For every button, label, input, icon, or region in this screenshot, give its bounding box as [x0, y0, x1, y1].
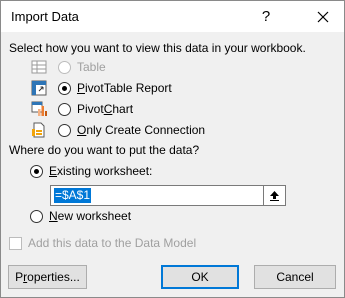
collapse-up-arrow-icon	[270, 191, 279, 201]
data-model-checkbox[interactable]	[9, 236, 22, 250]
new-worksheet-radio[interactable]	[30, 209, 43, 223]
dialog-title: Import Data	[11, 9, 79, 24]
new-worksheet-label: New worksheet	[49, 209, 132, 223]
connection-radio[interactable]	[58, 123, 71, 137]
title-bar: Import Data ?	[1, 1, 344, 32]
pivotchart-label: PivotChart	[77, 102, 134, 116]
close-x-icon	[317, 11, 328, 22]
pivottable-radio[interactable]	[58, 81, 71, 95]
new-worksheet-option[interactable]: New worksheet	[30, 209, 131, 223]
existing-worksheet-option[interactable]: Existing worksheet:	[30, 164, 152, 178]
cancel-button-label: Cancel	[276, 270, 314, 284]
properties-button[interactable]: Properties...	[8, 265, 87, 289]
data-model-option[interactable]: Add this data to the Data Model	[9, 236, 196, 250]
connection-icon	[32, 122, 45, 138]
pivottable-label: PivotTable Report	[77, 81, 172, 95]
range-input-value: =$A$1	[54, 188, 92, 203]
destination-prompt: Where do you want to put the data?	[9, 143, 200, 157]
pivottable-option[interactable]: PivotTable Report	[58, 81, 172, 95]
pivotchart-radio[interactable]	[58, 102, 71, 116]
pivotchart-option[interactable]: PivotChart	[58, 102, 133, 116]
table-icon	[31, 60, 47, 74]
pivottable-icon	[31, 80, 47, 96]
question-mark-icon: ?	[261, 8, 271, 25]
table-label: Table	[77, 60, 106, 74]
ok-button[interactable]: OK	[161, 265, 239, 289]
data-model-label: Add this data to the Data Model	[28, 236, 197, 250]
cancel-button[interactable]: Cancel	[254, 265, 336, 289]
view-prompt: Select how you want to view this data in…	[9, 41, 306, 55]
table-option[interactable]: Table	[58, 60, 106, 74]
help-button[interactable]: ?	[251, 1, 281, 32]
properties-button-label: Properties...	[15, 270, 80, 284]
connection-label: Only Create Connection	[77, 123, 206, 137]
range-input[interactable]: =$A$1	[50, 185, 286, 206]
close-button[interactable]	[301, 1, 344, 32]
ok-button-label: OK	[191, 270, 209, 284]
existing-worksheet-radio[interactable]	[30, 164, 43, 178]
table-radio[interactable]	[58, 60, 71, 74]
import-data-dialog: Import Data ? Select how you want to vie…	[0, 0, 345, 298]
pivotchart-icon	[31, 101, 47, 116]
collapse-dialog-button[interactable]	[263, 186, 285, 205]
existing-worksheet-label: Existing worksheet:	[49, 164, 153, 178]
connection-option[interactable]: Only Create Connection	[58, 123, 205, 137]
